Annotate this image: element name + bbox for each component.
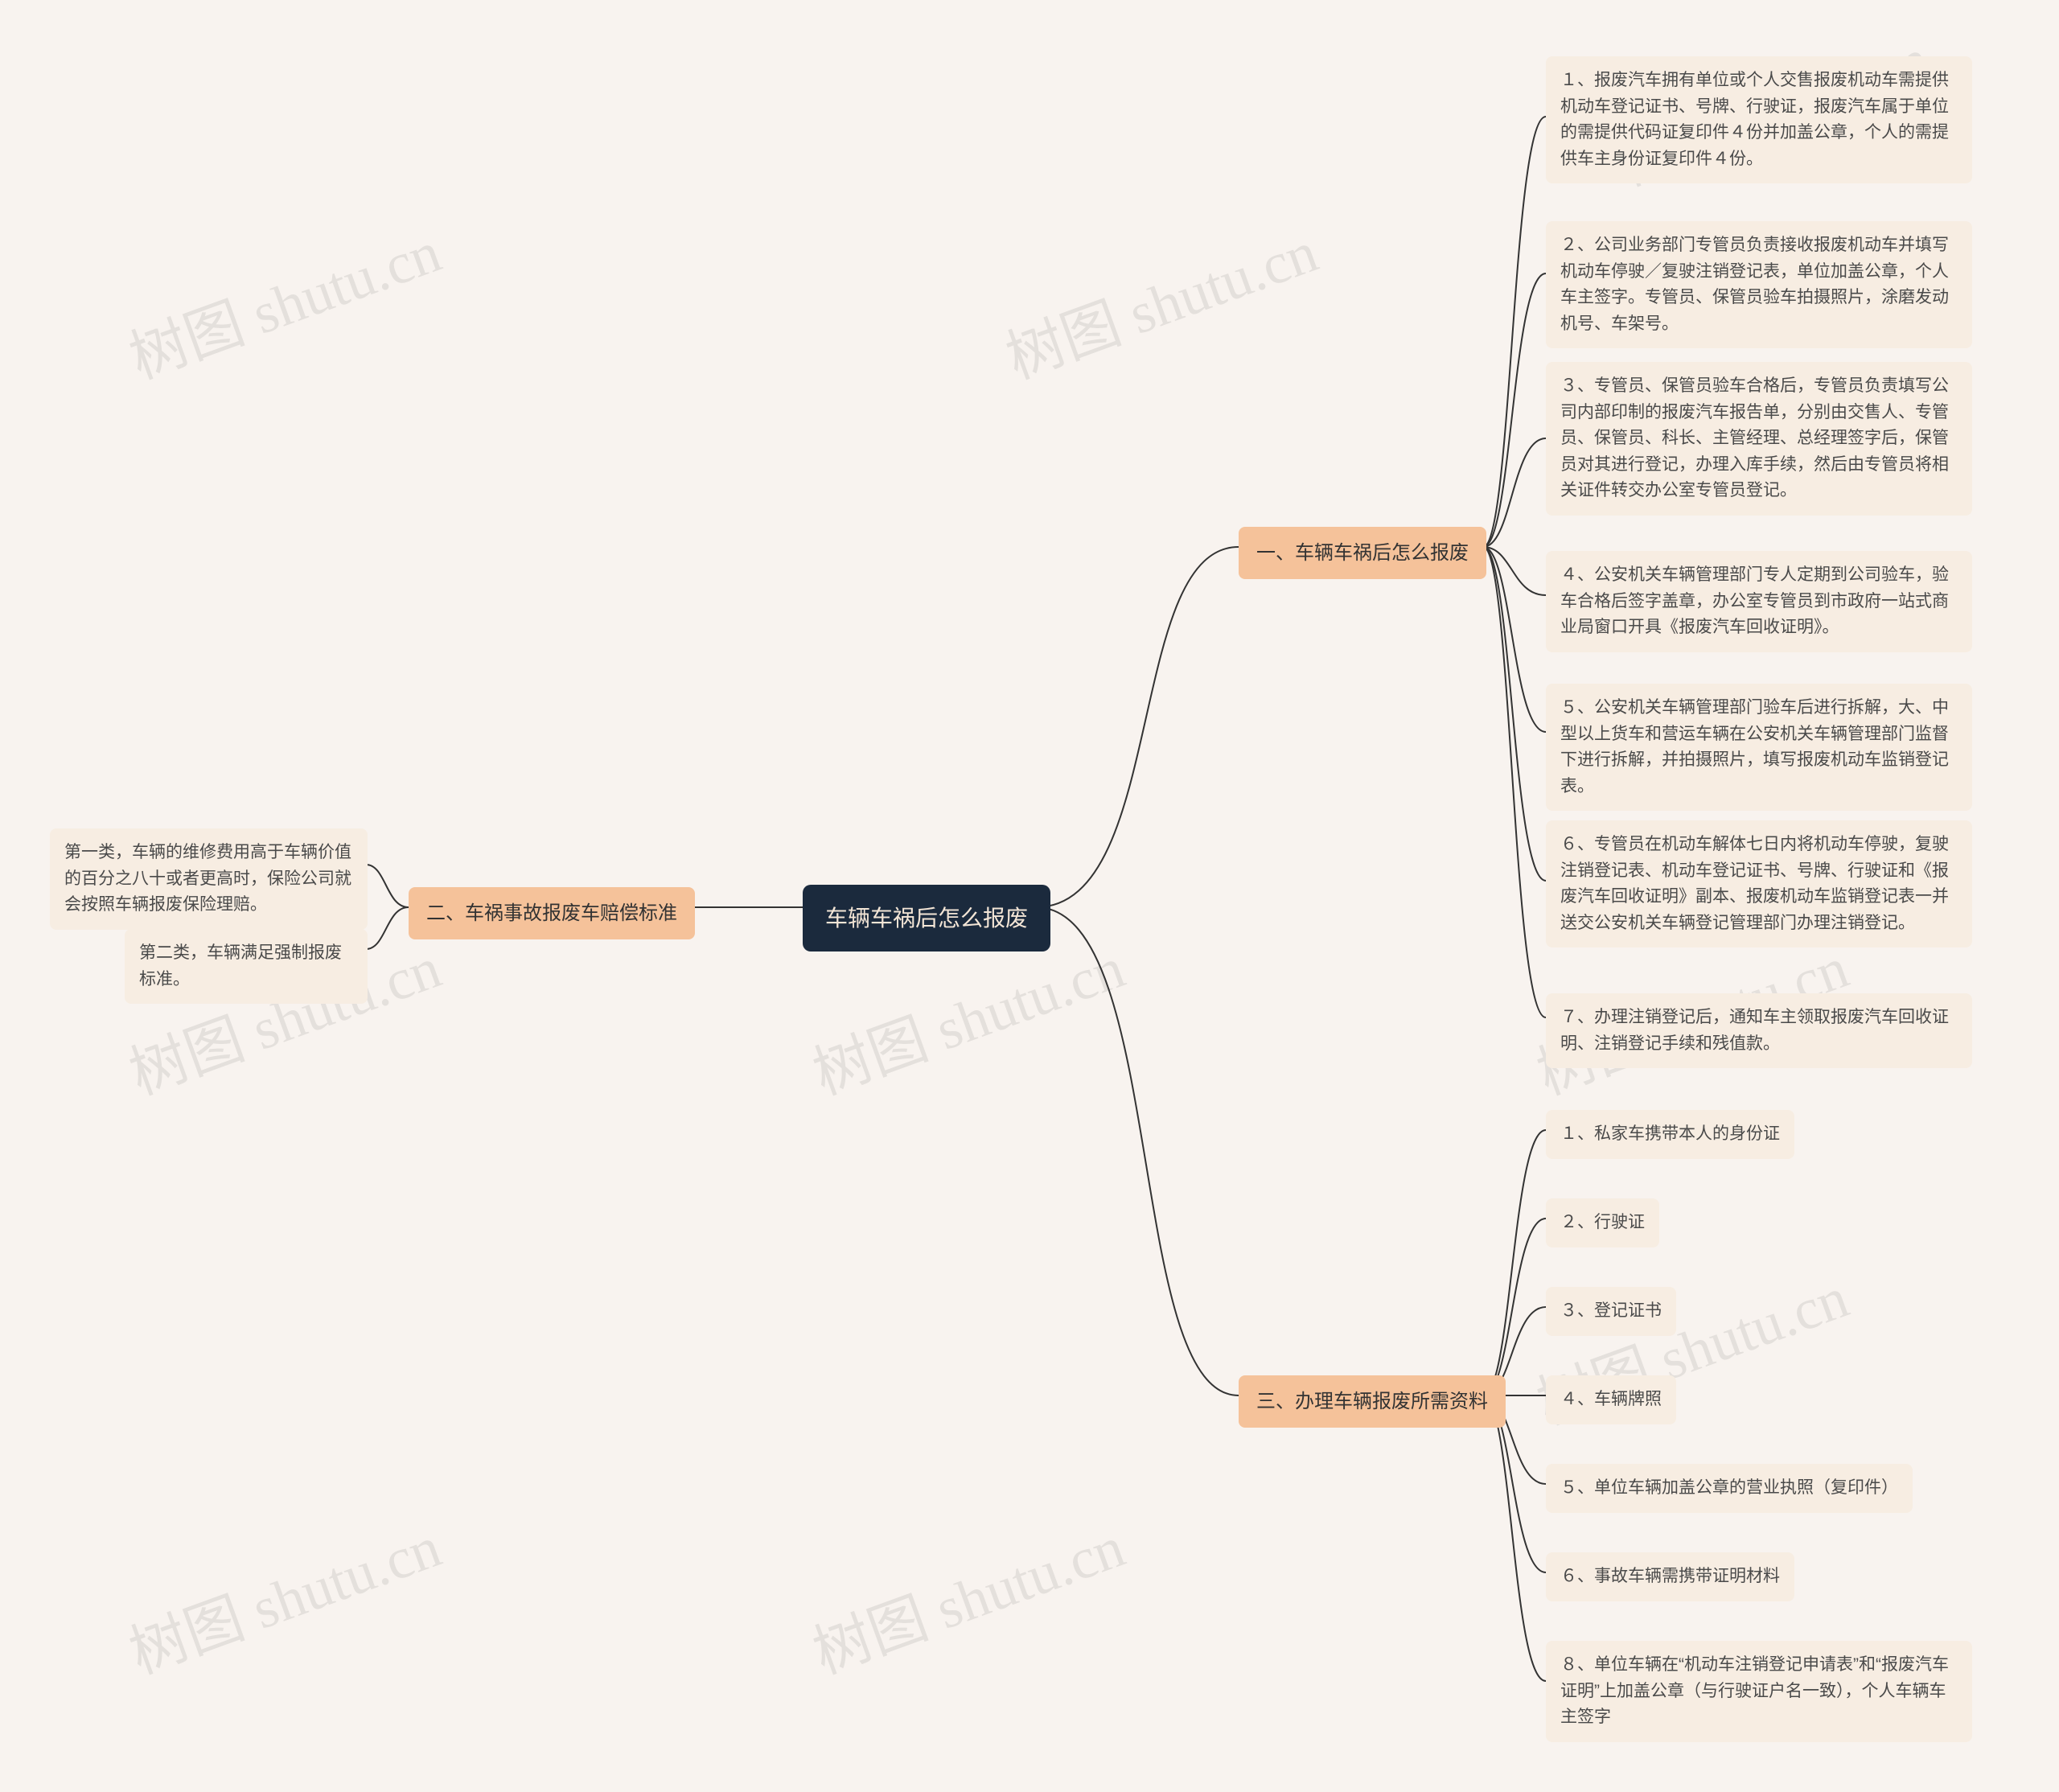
branch-1-leaf-3[interactable]: ３、专管员、保管员验车合格后，专管员负责填写公司内部印制的报废汽车报告单，分别由… [1546, 362, 1972, 516]
branch-2-leaf-2[interactable]: 第二类，车辆满足强制报废标准。 [125, 929, 368, 1004]
watermark: 树图 shutu.cn [116, 204, 450, 395]
branch-1-leaf-6[interactable]: ６、专管员在机动车解体七日内将机动车停驶，复驶注销登记表、机动车登记证书、号牌、… [1546, 820, 1972, 947]
branch-3-leaf-6[interactable]: ６、事故车辆需携带证明材料 [1546, 1552, 1794, 1601]
branch-3-leaf-4[interactable]: ４、车辆牌照 [1546, 1375, 1676, 1424]
branch-3-leaf-3[interactable]: ３、登记证书 [1546, 1287, 1676, 1336]
branch-3-leaf-7[interactable]: ８、单位车辆在“机动车注销登记申请表”和“报废汽车证明”上加盖公章（与行驶证户名… [1546, 1641, 1972, 1742]
branch-1-leaf-1[interactable]: １、报废汽车拥有单位或个人交售报废机动车需提供机动车登记证书、号牌、行驶证，报废… [1546, 56, 1972, 183]
branch-3-leaf-2[interactable]: ２、行驶证 [1546, 1198, 1659, 1247]
watermark: 树图 shutu.cn [799, 1499, 1134, 1690]
branch-2-leaf-1[interactable]: 第一类，车辆的维修费用高于车辆价值的百分之八十或者更高时，保险公司就会按照车辆报… [50, 828, 368, 930]
branch-3[interactable]: 三、办理车辆报废所需资料 [1239, 1375, 1506, 1428]
watermark: 树图 shutu.cn [116, 1499, 450, 1690]
branch-1-leaf-5[interactable]: ５、公安机关车辆管理部门验车后进行拆解，大、中型以上货车和营运车辆在公安机关车辆… [1546, 684, 1972, 811]
root-node[interactable]: 车辆车祸后怎么报废 [803, 885, 1050, 951]
branch-1-leaf-2[interactable]: ２、公司业务部门专管员负责接收报废机动车并填写机动车停驶／复驶注销登记表，单位加… [1546, 221, 1972, 348]
watermark: 树图 shutu.cn [993, 204, 1327, 395]
branch-1[interactable]: 一、车辆车祸后怎么报废 [1239, 527, 1486, 579]
branch-2[interactable]: 二、车祸事故报废车赔偿标准 [409, 887, 695, 939]
branch-3-leaf-1[interactable]: １、私家车携带本人的身份证 [1546, 1110, 1794, 1159]
branch-1-leaf-4[interactable]: ４、公安机关车辆管理部门专人定期到公司验车，验车合格后签字盖章，办公室专管员到市… [1546, 551, 1972, 652]
branch-3-leaf-5[interactable]: ５、单位车辆加盖公章的营业执照（复印件） [1546, 1464, 1913, 1513]
branch-1-leaf-7[interactable]: ７、办理注销登记后，通知车主领取报废汽车回收证明、注销登记手续和残值款。 [1546, 993, 1972, 1068]
